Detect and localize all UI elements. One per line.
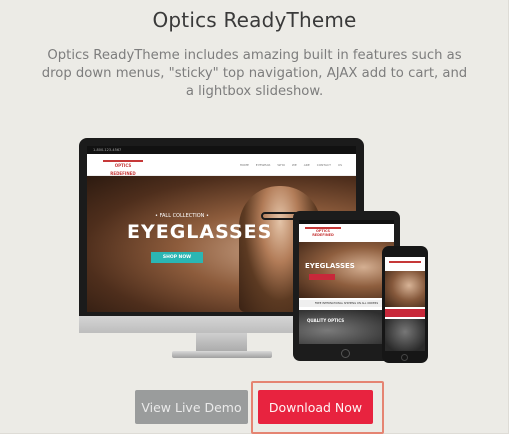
page-title: Optics ReadyTheme <box>152 8 357 32</box>
phone-red-bar <box>385 309 425 317</box>
phone-screen <box>385 257 425 351</box>
tablet-hero: EYEGLASSES <box>299 242 394 298</box>
site-logo: OPTICS REDEFINED <box>103 160 143 176</box>
tablet-shop-button <box>309 274 335 280</box>
tablet-hero-heading: EYEGLASSES <box>305 262 355 270</box>
monitor-neck <box>196 333 247 353</box>
phone-hero <box>385 271 425 307</box>
download-now-button[interactable]: Download Now <box>258 390 373 424</box>
phone-logo <box>389 261 421 268</box>
tablet-logo: OPTICS REDEFINED <box>305 227 341 237</box>
shipping-banner: FREE INTERNATIONAL SHIPPING ON ALL ORDER… <box>299 300 394 307</box>
tablet-quality-label: QUALITY OPTICS <box>307 318 345 323</box>
desktop-topbar: 1-800-123-4567 <box>87 146 356 154</box>
desktop-nav: OPTICS REDEFINED HOME EYEWEAR WHO WE ARE… <box>87 154 356 176</box>
hero-kicker: • FALL COLLECTION • <box>155 213 209 219</box>
phone-preview <box>382 246 428 363</box>
tablet-quality-section: QUALITY OPTICS <box>299 310 394 344</box>
hero-heading: EYEGLASSES <box>127 221 273 243</box>
tablet-home-button <box>341 349 350 358</box>
site-menu: HOME EYEWEAR WHO WE ARE CONTACT US <box>239 163 342 167</box>
shop-now-button: SHOP NOW <box>151 252 203 263</box>
tablet-topbar <box>299 220 394 224</box>
view-live-demo-button[interactable]: View Live Demo <box>135 390 248 424</box>
phone-home-button <box>401 354 408 361</box>
phone-quality-section <box>385 319 425 351</box>
theme-panel: Optics ReadyTheme Optics ReadyTheme incl… <box>0 0 509 434</box>
tablet-screen: OPTICS REDEFINED EYEGLASSES FREE INTERNA… <box>299 220 394 344</box>
monitor-foot <box>172 351 272 358</box>
theme-description: Optics ReadyTheme includes amazing built… <box>41 48 468 99</box>
